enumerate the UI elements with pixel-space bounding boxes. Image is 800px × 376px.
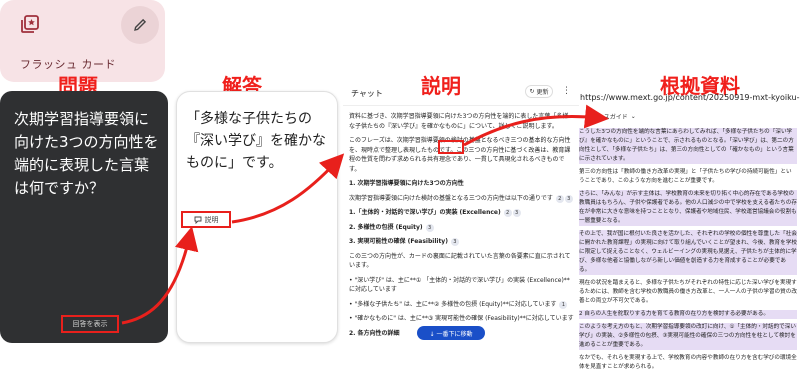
flow-arrows [121, 104, 609, 325]
arrow-explain-to-source [463, 104, 609, 147]
arrow-answer-to-explain [231, 153, 345, 224]
arrow-question-to-answer [121, 226, 199, 325]
source-paragraph: なかでも、それらを実現する上で、学校教育の内容や教師の在り方を含む学びの環境全体… [579, 355, 797, 370]
